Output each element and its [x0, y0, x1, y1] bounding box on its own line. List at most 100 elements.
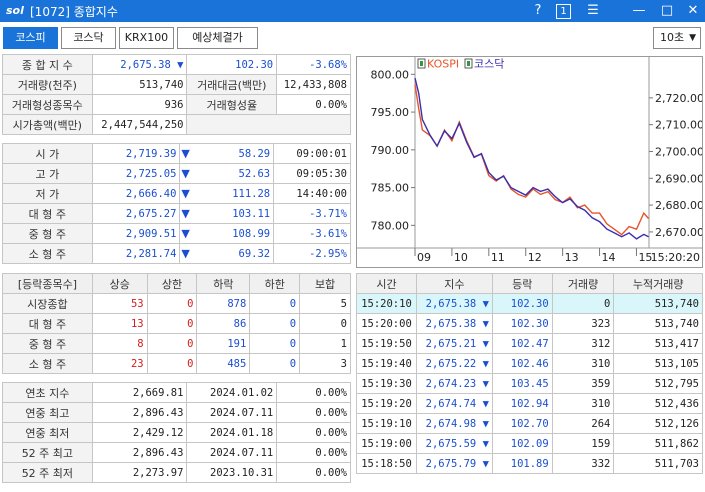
- tick-volume: 359: [551, 373, 615, 394]
- tick-volume: 0: [551, 293, 615, 314]
- table-row[interactable]: 15:19:30 2,674.23 ▼ 103.45 359 512,795: [356, 373, 703, 394]
- down-arrow-icon: ▼: [482, 377, 489, 390]
- table-row[interactable]: 15:20:00 2,675.38 ▼ 102.30 323 513,740: [356, 313, 703, 334]
- tick-index: 2,674.23 ▼: [415, 373, 493, 394]
- lower-limit-count: 0: [249, 313, 301, 334]
- upper-limit-count: 0: [146, 353, 198, 374]
- open-time: 09:00:01: [273, 143, 351, 164]
- tick-index: 2,675.38 ▼: [415, 313, 493, 334]
- down-count: 86: [196, 313, 251, 334]
- price-table: 시 가 2,719.39 ▼ 58.29 09:00:01 고 가 2,725.…: [2, 143, 351, 264]
- index-value: 2,429.12: [91, 422, 188, 443]
- table-row[interactable]: 15:19:00 2,675.59 ▼ 102.09 159 511,862: [356, 433, 703, 454]
- table-row[interactable]: 15:18:50 2,675.79 ▼ 101.89 332 511,703: [356, 453, 703, 474]
- composite-rate: -3.68%: [276, 54, 351, 75]
- tab-kosdaq[interactable]: 코스닥: [61, 27, 116, 49]
- tick-time: 15:19:50: [356, 333, 417, 354]
- tick-index: 2,675.59 ▼: [415, 433, 493, 454]
- intraday-chart[interactable]: 800.00 795.00 790.00 785.00 780.00 2,720.00 2,…: [356, 56, 704, 268]
- table-header-row: 시간 지수 등락 거래량 누적거래량: [356, 273, 703, 294]
- minimize-button[interactable]: —: [630, 2, 648, 20]
- tick-change: 101.89: [491, 453, 553, 474]
- composite-label: 종 합 지 수: [2, 54, 93, 75]
- down-arrow-icon: ▼: [482, 357, 489, 370]
- tab-expected-price[interactable]: 예상체결가: [177, 27, 258, 49]
- down-arrow-icon: ▼: [482, 337, 489, 350]
- row-label: 소 형 주: [2, 353, 93, 374]
- table-row[interactable]: 15:19:50 2,675.21 ▼ 102.47 312 513,417: [356, 333, 703, 354]
- row-label: 연중 최저: [2, 422, 93, 443]
- down-arrow-icon: ▼: [482, 317, 489, 330]
- rate-value: 0.00%: [276, 402, 351, 423]
- down-arrow-icon: ▼: [179, 243, 192, 264]
- down-arrow-icon: ▼: [179, 183, 192, 204]
- down-arrow-icon: ▼: [482, 297, 489, 310]
- large-cap-rate: -3.71%: [273, 203, 351, 224]
- table-row[interactable]: 15:19:10 2,674.98 ▼ 102.70 264 512,126: [356, 413, 703, 434]
- table-row[interactable]: 15:20:10 2,675.38 ▼ 102.30 0 513,740: [356, 293, 703, 314]
- menu-icon[interactable]: ☰: [584, 2, 602, 20]
- low-value: 2,666.40: [91, 183, 181, 204]
- upper-limit-count: 0: [146, 293, 198, 314]
- y-right-tick-label: 2,700.00: [655, 145, 702, 158]
- y-left-tick-label: 785.00: [371, 182, 410, 195]
- tick-volume: 310: [551, 353, 615, 374]
- mid-cap-value: 2,909.51: [91, 223, 181, 244]
- column-header: 상한: [146, 273, 198, 294]
- row-label: 대 형 주: [2, 313, 93, 334]
- tick-time: 15:19:00: [356, 433, 417, 454]
- high-value: 2,725.05: [91, 163, 181, 184]
- tick-time: 15:20:10: [356, 293, 417, 314]
- table-row: 연중 최저 2,429.12 2024.01.18 0.00%: [2, 422, 351, 443]
- down-count: 191: [196, 333, 251, 354]
- date-value: 2023.10.31: [186, 462, 278, 483]
- small-cap-change: 69.32: [191, 243, 275, 264]
- maximize-button[interactable]: □: [658, 2, 676, 20]
- flat-count: 0: [299, 313, 351, 334]
- legend-label: 코스닥: [474, 58, 504, 71]
- amount-label: 거래대금(백만): [186, 74, 278, 95]
- up-count: 53: [91, 293, 148, 314]
- table-row: 시장종합 53 0 878 0 5: [2, 293, 351, 314]
- close-button[interactable]: ✕: [684, 2, 702, 20]
- down-arrow-icon: ▼: [482, 417, 489, 430]
- tick-change: 102.30: [491, 293, 553, 314]
- y-right-tick-label: 2,710.00: [655, 119, 702, 132]
- table-row[interactable]: 15:19:20 2,674.74 ▼ 102.94 310 512,436: [356, 393, 703, 414]
- tick-time: 15:19:20: [356, 393, 417, 414]
- table-header-row: [등락종목수] 상승 상한 하락 하한 보합: [2, 273, 351, 294]
- help-button[interactable]: ?: [529, 2, 547, 20]
- tick-cum-volume: 512,795: [613, 373, 703, 394]
- index-value: 2,669.81: [91, 382, 188, 403]
- x-tick-label: 11: [491, 251, 505, 264]
- app-logo: sol: [6, 4, 24, 17]
- flat-count: 3: [299, 353, 351, 374]
- up-count: 13: [91, 313, 148, 334]
- date-value: 2024.07.11: [186, 442, 278, 463]
- tab-kospi[interactable]: 코스피: [3, 27, 58, 49]
- tick-cum-volume: 513,105: [613, 353, 703, 374]
- down-arrow-icon: ▼: [179, 163, 192, 184]
- tab-krx100[interactable]: KRX100: [119, 27, 174, 49]
- table-row[interactable]: 15:19:40 2,675.22 ▼ 102.46 310 513,105: [356, 353, 703, 374]
- interval-select[interactable]: 10초 ▼: [653, 27, 701, 49]
- tick-cum-volume: 513,740: [613, 313, 703, 334]
- tick-change: 102.94: [491, 393, 553, 414]
- tick-time: 15:19:30: [356, 373, 417, 394]
- toolbar: 코스피 코스닥 KRX100 예상체결가 10초 ▼: [0, 22, 705, 52]
- low-change: 111.28: [191, 183, 275, 204]
- y-left-tick-label: 800.00: [371, 68, 410, 81]
- table-row: 소 형 주 23 0 485 0 3: [2, 353, 351, 374]
- breadth-table: [등락종목수] 상승 상한 하락 하한 보합 시장종합 53 0 878 0 5…: [2, 273, 351, 374]
- column-header: 하락: [196, 273, 251, 294]
- table-row: 52 주 최저 2,273.97 2023.10.31 0.00%: [2, 462, 351, 483]
- table-row: 소 형 주 2,281.74 ▼ 69.32 -2.95%: [2, 243, 351, 264]
- tick-time: 15:20:00: [356, 313, 417, 334]
- page-number-button[interactable]: 1: [556, 4, 571, 19]
- table-row: 저 가 2,666.40 ▼ 111.28 14:40:00: [2, 183, 351, 204]
- open-change: 58.29: [191, 143, 275, 164]
- mktcap-value: 2,447,544,250: [91, 114, 188, 135]
- upper-limit-count: 0: [146, 333, 198, 354]
- tick-volume: 264: [551, 413, 615, 434]
- lower-limit-count: 0: [249, 333, 301, 354]
